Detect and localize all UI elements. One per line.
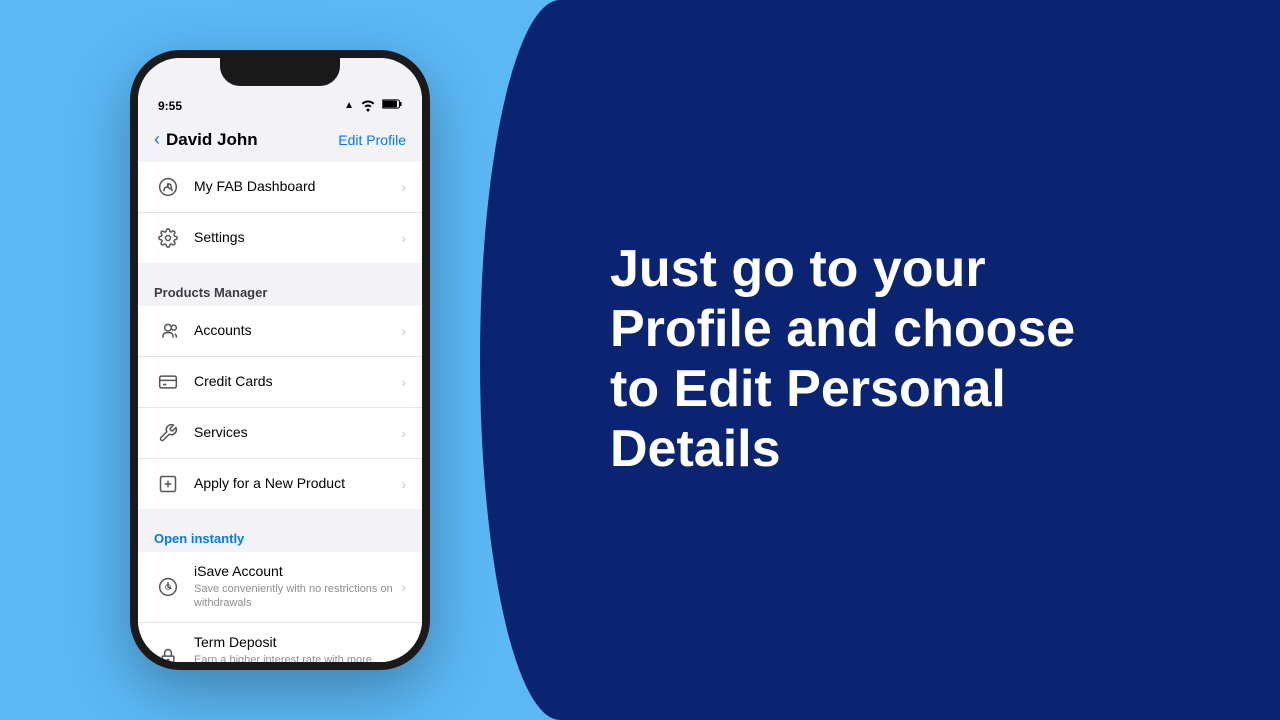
settings-chevron: ›	[401, 230, 406, 246]
services-chevron: ›	[401, 425, 406, 441]
settings-icon	[154, 224, 182, 252]
menu-item-services[interactable]: Services ›	[138, 408, 422, 459]
status-time: 9:55	[158, 99, 182, 113]
menu-item-apply[interactable]: Apply for a New Product ›	[138, 459, 422, 509]
credit-cards-label-container: Credit Cards	[194, 373, 401, 391]
headline-line2: Profile and choose	[610, 300, 1075, 358]
headline-line3: to Edit Personal	[610, 360, 1006, 418]
phone-notch	[220, 58, 340, 86]
edit-profile-button[interactable]: Edit Profile	[338, 132, 406, 148]
credit-cards-label: Credit Cards	[194, 373, 273, 389]
battery-icon	[382, 94, 402, 117]
menu-item-settings[interactable]: Settings ›	[138, 213, 422, 263]
right-panel: Just go to your Profile and choose to Ed…	[560, 0, 1280, 720]
services-label-container: Services	[194, 424, 401, 442]
term-deposit-content: Term Deposit Earn a higher interest rate…	[194, 634, 401, 662]
accounts-icon	[154, 317, 182, 345]
services-label: Services	[194, 424, 248, 440]
dashboard-icon	[154, 173, 182, 201]
settings-label: Settings	[194, 229, 245, 245]
term-deposit-chevron: ›	[401, 649, 406, 662]
menu-item-credit-cards[interactable]: Credit Cards ›	[138, 357, 422, 408]
products-manager-section: Accounts › Credit Cards	[138, 306, 422, 509]
headline-line1: Just go to your	[610, 240, 986, 298]
open-instantly-label: Open instantly	[138, 517, 422, 552]
menu-item-accounts[interactable]: Accounts ›	[138, 306, 422, 357]
headline-text: Just go to your Profile and choose to Ed…	[610, 240, 1075, 479]
top-menu-section: My FAB Dashboard › Settings ›	[138, 162, 422, 263]
term-deposit-label: Term Deposit	[194, 634, 276, 650]
isave-chevron: ›	[401, 579, 406, 595]
left-panel: 9:55 ▲ ‹ David John Edit Profile	[0, 0, 560, 720]
menu-item-term-deposit[interactable]: Term Deposit Earn a higher interest rate…	[138, 623, 422, 662]
apply-label-container: Apply for a New Product	[194, 475, 401, 493]
apply-chevron: ›	[401, 476, 406, 492]
isave-content: iSave Account Save conveniently with no …	[194, 563, 401, 611]
phone-mockup: 9:55 ▲ ‹ David John Edit Profile	[130, 50, 430, 670]
term-deposit-subtitle: Earn a higher interest rate with more be…	[194, 653, 401, 662]
dashboard-chevron: ›	[401, 179, 406, 195]
user-name: David John	[166, 130, 258, 150]
products-manager-label: Products Manager	[138, 271, 422, 306]
wifi-icon	[358, 94, 378, 117]
accounts-label-container: Accounts	[194, 322, 401, 340]
dashboard-label: My FAB Dashboard	[194, 178, 315, 194]
isave-label: iSave Account	[194, 563, 283, 579]
settings-label-container: Settings	[194, 229, 401, 247]
profile-header: ‹ David John Edit Profile	[138, 121, 422, 162]
header-left: ‹ David John	[154, 129, 258, 150]
open-instantly-section: iSave Account Save conveniently with no …	[138, 552, 422, 662]
apply-icon	[154, 470, 182, 498]
term-deposit-icon	[154, 643, 182, 662]
menu-item-isave[interactable]: iSave Account Save conveniently with no …	[138, 552, 422, 623]
accounts-chevron: ›	[401, 323, 406, 339]
credit-cards-icon	[154, 368, 182, 396]
status-bar: 9:55 ▲	[138, 86, 422, 121]
dashboard-label-container: My FAB Dashboard	[194, 178, 401, 196]
signal-icon: ▲	[344, 100, 354, 111]
isave-icon	[154, 573, 182, 601]
status-icons: ▲	[344, 94, 402, 117]
isave-subtitle: Save conveniently with no restrictions o…	[194, 582, 401, 611]
credit-cards-chevron: ›	[401, 374, 406, 390]
accounts-label: Accounts	[194, 322, 252, 338]
services-icon	[154, 419, 182, 447]
apply-label: Apply for a New Product	[194, 475, 345, 491]
back-button[interactable]: ‹	[154, 129, 160, 150]
headline-line4: Details	[610, 420, 781, 478]
phone-screen: 9:55 ▲ ‹ David John Edit Profile	[138, 58, 422, 662]
menu-item-dashboard[interactable]: My FAB Dashboard ›	[138, 162, 422, 213]
